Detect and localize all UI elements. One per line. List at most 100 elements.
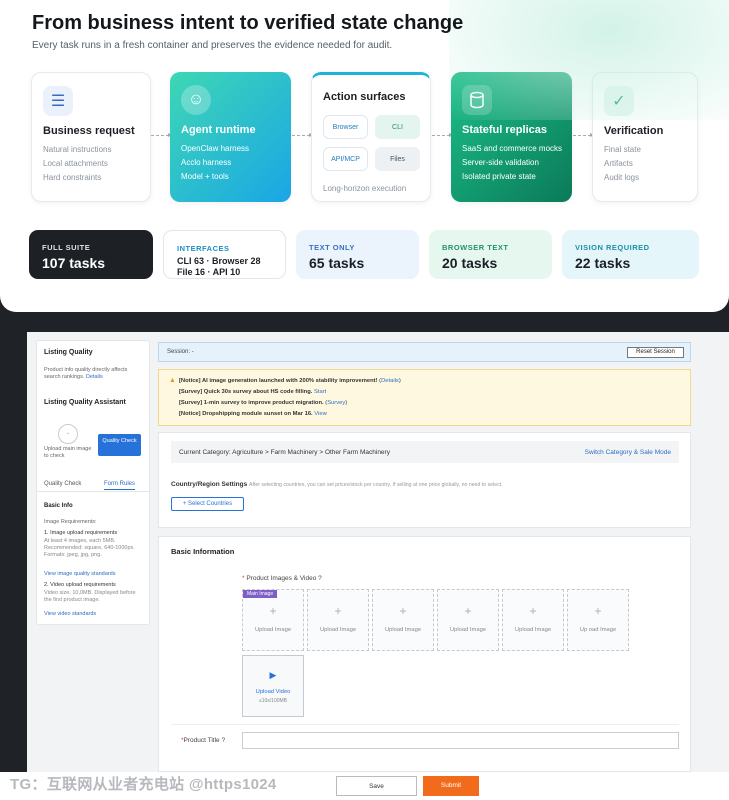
notice-link[interactable]: View: [314, 411, 326, 417]
images-label: * Product Images & Video ?: [242, 575, 322, 582]
notice-line: [Notice] AI image generation launched wi…: [179, 378, 401, 384]
session-label: Session: -: [167, 349, 194, 355]
card-line: Hard constraints: [43, 173, 102, 182]
card-line: Local attachments: [43, 159, 108, 168]
save-button[interactable]: Save: [336, 776, 417, 796]
current-category: Current Category: Agriculture > Farm Mac…: [179, 449, 390, 456]
card-line: SaaS and commerce mocks: [462, 144, 563, 153]
quality-check-button[interactable]: Quality Check: [98, 434, 141, 456]
req2-title: 2. Video upload requirements: [44, 582, 116, 588]
agent-runtime-card: ☺ Agent runtime OpenClaw harness Acclo h…: [170, 72, 291, 202]
image-slot[interactable]: + Upload Image: [502, 589, 564, 651]
req1-text: At least 4 images, each 5MB. Recommended…: [44, 538, 135, 558]
stat-vision-required: VISION REQUIRED 22 tasks: [562, 230, 699, 279]
image-slot[interactable]: + Upload Image: [372, 589, 434, 651]
card-title: Agent runtime: [181, 124, 256, 136]
tab-quality-check[interactable]: Quality Check: [44, 481, 81, 487]
pill-api: API/MCP: [323, 147, 368, 171]
card-line: Acclo harness: [181, 158, 232, 167]
card-title: Business request: [43, 125, 135, 137]
req1-link[interactable]: View image quality standards: [44, 571, 115, 578]
notice-link[interactable]: Details: [381, 378, 399, 384]
select-countries-button[interactable]: + Select Countries: [171, 497, 244, 511]
plus-icon: +: [464, 604, 472, 618]
card-title: Stateful replicas: [462, 124, 547, 136]
req2-link[interactable]: View video standards: [44, 611, 96, 618]
arrow-connector: [292, 133, 313, 137]
database-icon: [462, 85, 492, 115]
tab-form-rules[interactable]: Form Rules: [104, 481, 136, 490]
notice-link[interactable]: Survey: [327, 400, 345, 406]
card-line: OpenClaw harness: [181, 144, 250, 153]
category-section: Current Category: Agriculture > Farm Mac…: [158, 432, 691, 528]
warning-icon: ▲: [169, 377, 176, 384]
notice-line: [Survey] 1-min survey to improve product…: [179, 400, 348, 406]
plus-icon: +: [529, 604, 537, 618]
stat-label: VISION REQUIRED: [575, 243, 650, 252]
card-line: Audit logs: [604, 173, 640, 182]
card-line: Isolated private state: [462, 172, 536, 181]
upload-image-label: Upload Image: [514, 627, 552, 633]
image-slot[interactable]: + Upload Image: [437, 589, 499, 651]
benchmark-overview-panel: From business intent to verified state c…: [0, 0, 729, 312]
upload-image-label: Upload Image: [449, 627, 487, 633]
image-slot[interactable]: + Upload Image: [307, 589, 369, 651]
upload-image-label: Upload Image: [319, 627, 357, 633]
session-bar: Session: - Reset Session: [158, 342, 691, 362]
notice-line: [Survey] Quick 30s survey about HS code …: [179, 389, 327, 395]
stat-value-line1: CLI 63 · Browser 28: [177, 256, 261, 266]
region-settings: Country/Region Settings After selecting …: [171, 481, 503, 488]
switch-category-link[interactable]: Switch Category & Sale Mode: [585, 449, 671, 456]
quality-title: Listing Quality: [44, 349, 93, 356]
pill-files: Files: [375, 147, 420, 171]
notice-link[interactable]: Start: [314, 389, 326, 395]
stat-value: 107 tasks: [42, 255, 106, 271]
arrow-connector: [151, 133, 172, 137]
product-listing-screenshot: Listing Quality Product info quality dir…: [27, 332, 729, 772]
action-surfaces-card: Action surfaces Browser CLI API/MCP File…: [311, 72, 431, 202]
plus-icon: +: [269, 604, 277, 618]
req2-text: Video size, 10,0MB. Displayed before the…: [44, 590, 136, 603]
card-footer: Long-horizon execution: [323, 184, 407, 193]
reset-session-button[interactable]: Reset Session: [627, 347, 684, 358]
card-line: Natural instructions: [43, 145, 112, 154]
main-image-badge: Main Image: [243, 590, 278, 598]
image-slot[interactable]: + Up oad Image: [567, 589, 629, 651]
stat-interfaces: INTERFACES CLI 63 · Browser 28 File 16 ·…: [163, 230, 286, 279]
listing-quality-sidebar: Listing Quality Product info quality dir…: [36, 340, 150, 625]
arrow-connector: [573, 133, 594, 137]
submit-button[interactable]: Submit: [423, 776, 479, 796]
video-slot[interactable]: ▶ Upload Video ≤10s/100MB: [242, 655, 304, 717]
stat-value: 22 tasks: [575, 255, 631, 271]
sidebar-tabs: Quality Check Form Rules: [37, 478, 149, 492]
list-icon: ☰: [43, 86, 73, 116]
stat-value: 65 tasks: [309, 255, 365, 271]
watermark-text: TG：互联网从业者充电站 @https1024: [10, 776, 277, 793]
image-slot-main[interactable]: Main Image + Upload Image: [242, 589, 304, 651]
card-title: Verification: [604, 125, 664, 137]
play-icon: ▶: [269, 670, 277, 680]
upload-placeholder-circle[interactable]: −: [58, 424, 78, 444]
upload-hint: Upload main image to check: [44, 446, 92, 459]
product-title-label: *Product Title ?: [181, 737, 226, 744]
check-icon: ✓: [604, 86, 634, 116]
quality-details-link[interactable]: Details: [86, 374, 103, 380]
upload-image-label: Upload Image: [254, 627, 292, 633]
basic-info-title: Basic Information: [171, 547, 235, 556]
card-line: Artifacts: [604, 159, 633, 168]
pill-browser: Browser: [323, 115, 368, 139]
product-title-input[interactable]: [242, 732, 679, 749]
upload-image-label: Up oad Image: [579, 627, 617, 633]
business-request-card: ☰ Business request Natural instructions …: [31, 72, 151, 202]
divider: [171, 724, 679, 725]
pill-cli: CLI: [375, 115, 420, 139]
card-title: Action surfaces: [323, 91, 406, 103]
category-bar: Current Category: Agriculture > Farm Mac…: [171, 441, 679, 463]
req1-title: 1. Image upload requirements: [44, 530, 118, 536]
upload-video-label: Upload Video: [255, 689, 291, 695]
basic-information-section: Basic Information * Product Images & Vid…: [158, 536, 691, 772]
hero-subtitle: Every task runs in a fresh container and…: [32, 40, 393, 51]
card-line: Server-side validation: [462, 158, 539, 167]
hero-title: From business intent to verified state c…: [32, 12, 464, 34]
stat-label: INTERFACES: [177, 244, 230, 253]
